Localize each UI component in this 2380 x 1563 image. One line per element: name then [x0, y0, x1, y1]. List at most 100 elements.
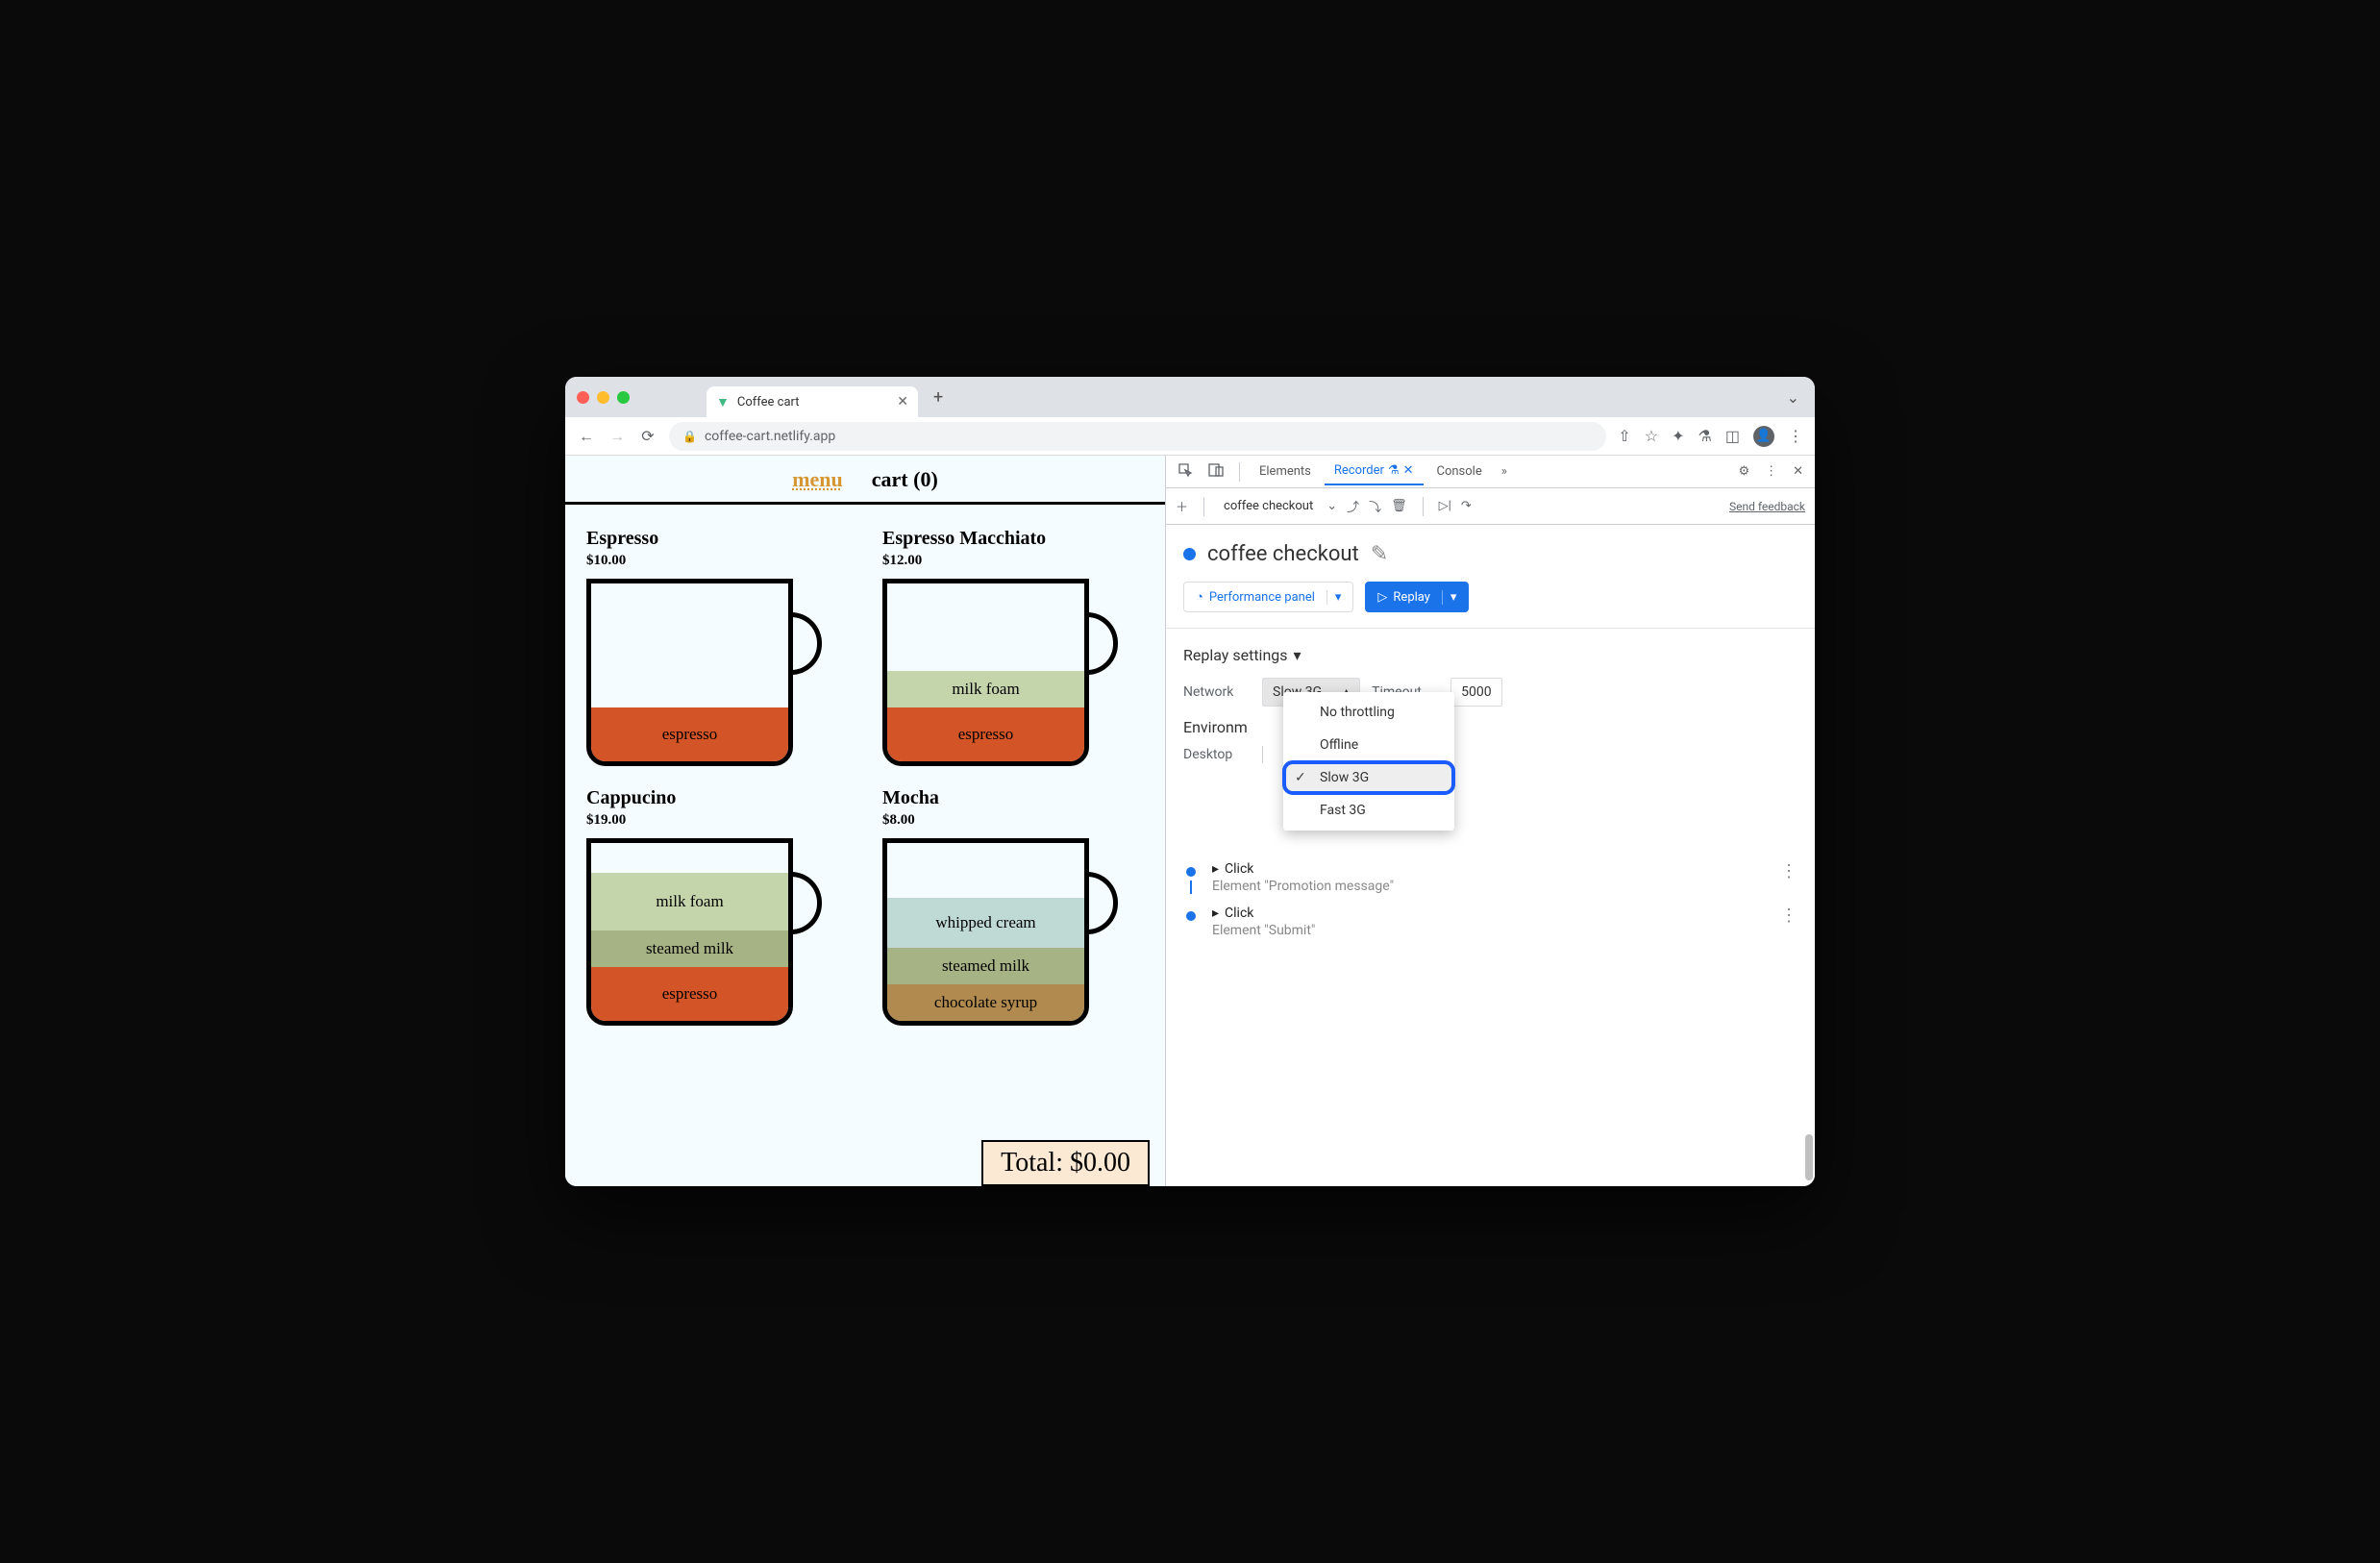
step-desc: Element "Promotion message"	[1212, 879, 1767, 894]
product-price: $8.00	[882, 812, 1144, 829]
window-controls	[577, 391, 630, 404]
site-nav: menu cart (0)	[565, 456, 1165, 505]
delete-icon[interactable]: 🗑	[1391, 499, 1407, 513]
more-tabs-icon[interactable]: »	[1496, 460, 1513, 483]
close-tab-icon[interactable]: ✕	[1403, 463, 1414, 478]
layer-espresso: espresso	[591, 707, 788, 761]
scrollbar-thumb[interactable]	[1805, 1134, 1813, 1180]
browser-tab[interactable]: ▼ Coffee cart ✕	[707, 386, 918, 417]
chevron-down-icon: ▾	[1294, 646, 1302, 664]
kebab-icon[interactable]: ⋮	[1759, 460, 1783, 483]
network-label: Network	[1183, 684, 1251, 700]
devtools-panel: Elements Recorder ⚗ ✕ Console » ⚙ ⋮ ✕ ＋ …	[1165, 456, 1815, 1186]
edit-title-icon[interactable]: ✎	[1371, 542, 1388, 566]
share-icon[interactable]: ⇧	[1618, 426, 1630, 447]
labs-icon[interactable]: ⚗	[1698, 426, 1712, 447]
chevron-down-icon[interactable]: ⌄	[1326, 499, 1337, 513]
recorder-body: coffee checkout ✎ ◔ Performance panel ▾ …	[1166, 525, 1815, 1186]
product-name: Mocha	[882, 787, 1144, 809]
tab-title: Coffee cart	[737, 395, 800, 409]
product-price: $10.00	[586, 553, 848, 569]
device-icon[interactable]	[1202, 459, 1229, 485]
chevron-down-icon[interactable]: ▾	[1326, 590, 1342, 605]
inspect-icon[interactable]	[1172, 459, 1199, 485]
close-devtools-icon[interactable]: ✕	[1787, 460, 1809, 483]
option-no-throttling[interactable]: No throttling	[1283, 696, 1454, 729]
step-desc: Element "Submit"	[1212, 923, 1767, 938]
product-espresso[interactable]: Espresso $10.00 espresso	[586, 528, 848, 766]
expand-icon[interactable]: ▸	[1212, 906, 1219, 921]
vue-favicon: ▼	[716, 394, 730, 410]
layer-steamed-milk: steamed milk	[591, 930, 788, 967]
step-menu-icon[interactable]: ⋮	[1780, 906, 1797, 938]
chrome-menu-icon[interactable]: ⋮	[1788, 426, 1803, 447]
page-content: menu cart (0) Espresso $10.00 espresso	[565, 456, 1165, 1186]
settings-icon[interactable]: ⚙	[1732, 460, 1755, 483]
chevron-down-icon[interactable]: ▾	[1442, 590, 1457, 605]
expand-icon[interactable]: ▸	[1212, 861, 1219, 877]
timeout-input[interactable]: 5000	[1450, 678, 1501, 707]
product-name: Espresso Macchiato	[882, 528, 1144, 550]
close-tab-icon[interactable]: ✕	[897, 394, 908, 409]
flask-icon: ⚗	[1388, 463, 1400, 478]
step-menu-icon[interactable]: ⋮	[1780, 861, 1797, 894]
step-item[interactable]: ▸Click Element "Promotion message" ⋮	[1183, 856, 1797, 900]
option-slow-3g[interactable]: ✓ Slow 3G	[1283, 761, 1454, 794]
step-list: ▸Click Element "Promotion message" ⋮ ▸Cl…	[1183, 856, 1797, 944]
cup-illustration: espresso	[586, 579, 822, 766]
address-bar[interactable]: 🔒 coffee-cart.netlify.app	[669, 422, 1606, 451]
skip-icon[interactable]: ↷	[1461, 499, 1472, 513]
performance-panel-button[interactable]: ◔ Performance panel ▾	[1183, 582, 1353, 612]
option-fast-3g[interactable]: Fast 3G	[1283, 794, 1454, 827]
send-feedback-link[interactable]: Send feedback	[1729, 500, 1805, 513]
nav-cart-link[interactable]: cart (0)	[872, 467, 938, 492]
layer-milkfoam: milk foam	[887, 671, 1084, 707]
product-cappucino[interactable]: Cappucino $19.00 milk foam steamed milk …	[586, 787, 848, 1026]
maximize-window[interactable]	[617, 391, 630, 404]
lock-icon: 🔒	[682, 430, 697, 443]
environment-heading: Environm	[1183, 718, 1797, 736]
product-price: $12.00	[882, 553, 1144, 569]
back-button[interactable]: ←	[577, 427, 596, 446]
profile-avatar[interactable]: 👤	[1753, 426, 1774, 447]
layer-chocolate-syrup: chocolate syrup	[887, 984, 1084, 1021]
new-recording-icon[interactable]: ＋	[1176, 497, 1188, 515]
tab-list-button[interactable]: ⌄	[1787, 388, 1799, 407]
browser-window: ▼ Coffee cart ✕ + ⌄ ← → ⟳ 🔒 coffee-cart.…	[565, 377, 1815, 1186]
recording-title-row: coffee checkout ✎	[1183, 542, 1797, 566]
recording-title: coffee checkout	[1207, 542, 1359, 566]
sidepanel-icon[interactable]: ◫	[1725, 426, 1740, 447]
product-macchiato[interactable]: Espresso Macchiato $12.00 milk foam espr…	[882, 528, 1144, 766]
extensions-icon[interactable]: ✦	[1672, 426, 1684, 447]
close-window[interactable]	[577, 391, 589, 404]
cup-illustration: milk foam espresso	[882, 579, 1118, 766]
step-item[interactable]: ▸Click Element "Submit" ⋮	[1183, 900, 1797, 944]
check-icon: ✓	[1295, 770, 1306, 785]
tab-recorder[interactable]: Recorder ⚗ ✕	[1325, 458, 1424, 485]
record-status-icon	[1183, 548, 1196, 560]
layer-milkfoam: milk foam	[591, 873, 788, 930]
reload-button[interactable]: ⟳	[638, 427, 657, 445]
bookmark-icon[interactable]: ☆	[1645, 426, 1658, 447]
new-tab-button[interactable]: +	[933, 387, 943, 408]
tab-console[interactable]: Console	[1427, 459, 1492, 484]
cup-illustration: milk foam steamed milk espresso	[586, 838, 822, 1026]
product-mocha[interactable]: Mocha $8.00 whipped cream steamed milk c…	[882, 787, 1144, 1026]
layer-espresso: espresso	[591, 967, 788, 1021]
product-name: Cappucino	[586, 787, 848, 809]
replay-button[interactable]: ▷ Replay ▾	[1365, 582, 1469, 612]
cup-illustration: whipped cream steamed milk chocolate syr…	[882, 838, 1118, 1026]
minimize-window[interactable]	[597, 391, 609, 404]
toolbar-icons: ⇧ ☆ ✦ ⚗ ◫ 👤 ⋮	[1618, 426, 1803, 447]
tab-elements[interactable]: Elements	[1250, 459, 1321, 484]
import-icon[interactable]: ⤵	[1369, 497, 1381, 515]
cart-total[interactable]: Total: $0.00	[981, 1140, 1150, 1186]
option-offline[interactable]: Offline	[1283, 729, 1454, 761]
browser-tabbar: ▼ Coffee cart ✕ + ⌄	[565, 377, 1815, 417]
export-icon[interactable]: ⤴	[1347, 497, 1359, 515]
forward-button[interactable]: →	[607, 427, 627, 446]
nav-menu-link[interactable]: menu	[792, 467, 843, 492]
step-play-icon[interactable]: ▷|	[1439, 499, 1451, 513]
recording-select[interactable]: coffee checkout	[1220, 499, 1317, 513]
replay-settings-heading[interactable]: Replay settings ▾	[1183, 646, 1797, 664]
